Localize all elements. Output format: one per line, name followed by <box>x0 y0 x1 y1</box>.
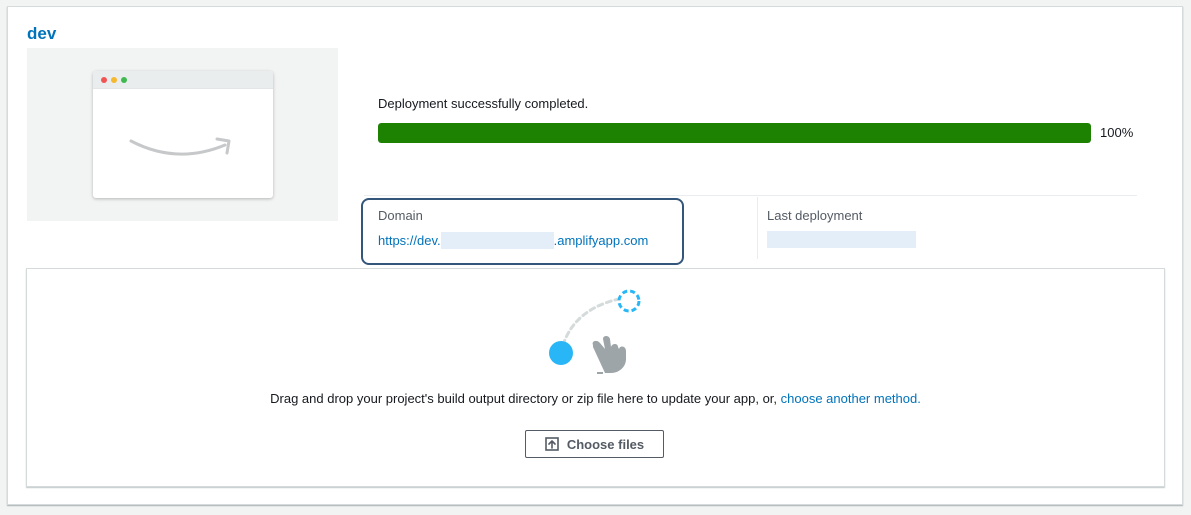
deployment-progress-fill <box>378 123 1091 143</box>
section-divider <box>364 195 1137 196</box>
app-preview-thumbnail <box>27 48 338 221</box>
redacted-app-id <box>440 232 554 249</box>
maximize-dot-icon <box>121 77 127 83</box>
branch-card: dev Deployment successfully completed. 1… <box>7 6 1183 505</box>
redacted-last-deployment-value <box>767 231 916 248</box>
drag-drop-zone[interactable]: Drag and drop your project's build outpu… <box>26 268 1165 487</box>
deployment-status-text: Deployment successfully completed. <box>378 96 589 111</box>
branch-name-link[interactable]: dev <box>27 24 56 44</box>
drag-drop-instructions: Drag and drop your project's build outpu… <box>27 391 1164 406</box>
column-divider <box>757 197 758 259</box>
upload-icon <box>545 437 559 451</box>
close-dot-icon <box>101 77 107 83</box>
domain-url-link[interactable]: https://dev. .amplifyapp.com <box>378 232 648 249</box>
last-deployment-label: Last deployment <box>767 208 863 223</box>
drag-drop-text: Drag and drop your project's build outpu… <box>270 391 781 406</box>
choose-files-button[interactable]: Choose files <box>525 430 664 458</box>
domain-url-suffix: .amplifyapp.com <box>553 233 649 248</box>
amazon-smile-logo-icon <box>129 137 231 156</box>
choose-another-method-link[interactable]: choose another method. <box>781 391 921 406</box>
domain-label: Domain <box>378 208 423 223</box>
deployment-progress-percent: 100% <box>1100 125 1134 140</box>
minimize-dot-icon <box>111 77 117 83</box>
drag-drop-illustration-icon <box>549 289 641 374</box>
browser-mock-titlebar <box>93 71 273 89</box>
browser-mock-window <box>93 71 273 198</box>
domain-url-prefix: https://dev. <box>378 233 441 248</box>
choose-files-label: Choose files <box>566 436 645 452</box>
deployment-progress-bar <box>378 123 1091 143</box>
